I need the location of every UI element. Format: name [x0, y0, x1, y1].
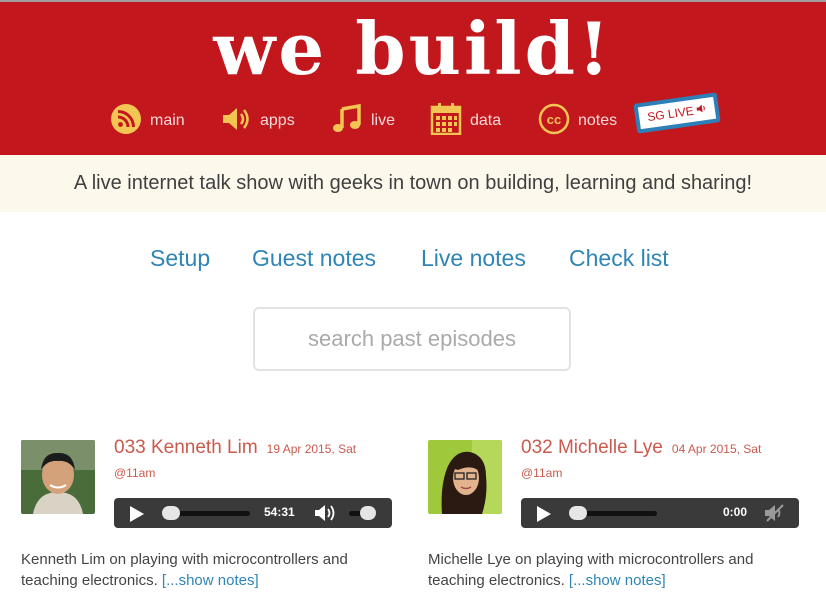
speaker-icon — [220, 103, 252, 140]
player-time: 0:00 — [723, 505, 748, 519]
link-live-notes[interactable]: Live notes — [421, 245, 526, 272]
speaker-small-icon — [696, 102, 708, 116]
avatar — [21, 440, 95, 514]
link-guest-notes[interactable]: Guest notes — [252, 245, 376, 272]
play-icon[interactable] — [130, 506, 144, 522]
nav-main-label: main — [150, 112, 185, 129]
tagline-bar: A live internet talk show with geeks in … — [0, 155, 826, 212]
volume-handle[interactable] — [360, 506, 376, 520]
episode-card: 033 Kenneth Lim 19 Apr 2015, Sat @11am 54… — [21, 437, 401, 597]
audio-player: 0:00 — [521, 498, 799, 528]
link-setup[interactable]: Setup — [150, 245, 210, 272]
mute-icon[interactable] — [764, 503, 786, 528]
audio-player: 54:31 — [114, 498, 392, 528]
site-header: we build! main apps live data cc notes S… — [0, 0, 826, 155]
nav-main[interactable]: main — [110, 101, 185, 141]
rss-icon — [110, 103, 142, 140]
progress-handle[interactable] — [162, 506, 180, 520]
episode-date: 19 Apr 2015, Sat — [266, 442, 357, 456]
svg-text:cc: cc — [547, 112, 561, 127]
nav-data-label: data — [470, 112, 502, 129]
show-notes-link[interactable]: [...show notes] — [162, 572, 259, 589]
nav-apps[interactable]: apps — [220, 101, 295, 141]
nav-live[interactable]: live — [331, 101, 395, 141]
nav-notes-label: notes — [578, 112, 618, 129]
episode-date: 04 Apr 2015, Sat — [671, 442, 762, 456]
nav-notes[interactable]: cc notes — [538, 101, 617, 141]
volume-icon[interactable] — [314, 503, 338, 528]
nav-apps-label: apps — [260, 112, 295, 129]
tagline: A live internet talk show with geeks in … — [73, 172, 753, 194]
site-logo[interactable]: we build! — [0, 4, 826, 94]
cc-icon: cc — [538, 103, 570, 140]
sg-live-badge[interactable]: SG LIVE — [633, 92, 721, 134]
avatar — [428, 440, 502, 514]
search-input[interactable] — [253, 307, 571, 371]
sg-live-label: SG LIVE — [646, 103, 695, 125]
episode-title-link[interactable]: 033 Kenneth Lim — [114, 437, 258, 458]
calendar-icon — [430, 102, 462, 140]
link-check-list[interactable]: Check list — [569, 245, 669, 272]
episode-time: @11am — [114, 466, 156, 480]
episode-title-link[interactable]: 032 Michelle Lye — [521, 437, 663, 458]
nav-data[interactable]: data — [430, 101, 501, 141]
show-notes-link[interactable]: [...show notes] — [569, 572, 666, 589]
episode-time: @11am — [521, 466, 563, 480]
progress-handle[interactable] — [569, 506, 587, 520]
play-icon[interactable] — [537, 506, 551, 522]
episode-card: 032 Michelle Lye 04 Apr 2015, Sat @11am 0… — [428, 437, 808, 597]
nav-live-label: live — [371, 112, 396, 129]
music-note-icon — [331, 103, 363, 140]
player-time: 54:31 — [264, 505, 295, 519]
